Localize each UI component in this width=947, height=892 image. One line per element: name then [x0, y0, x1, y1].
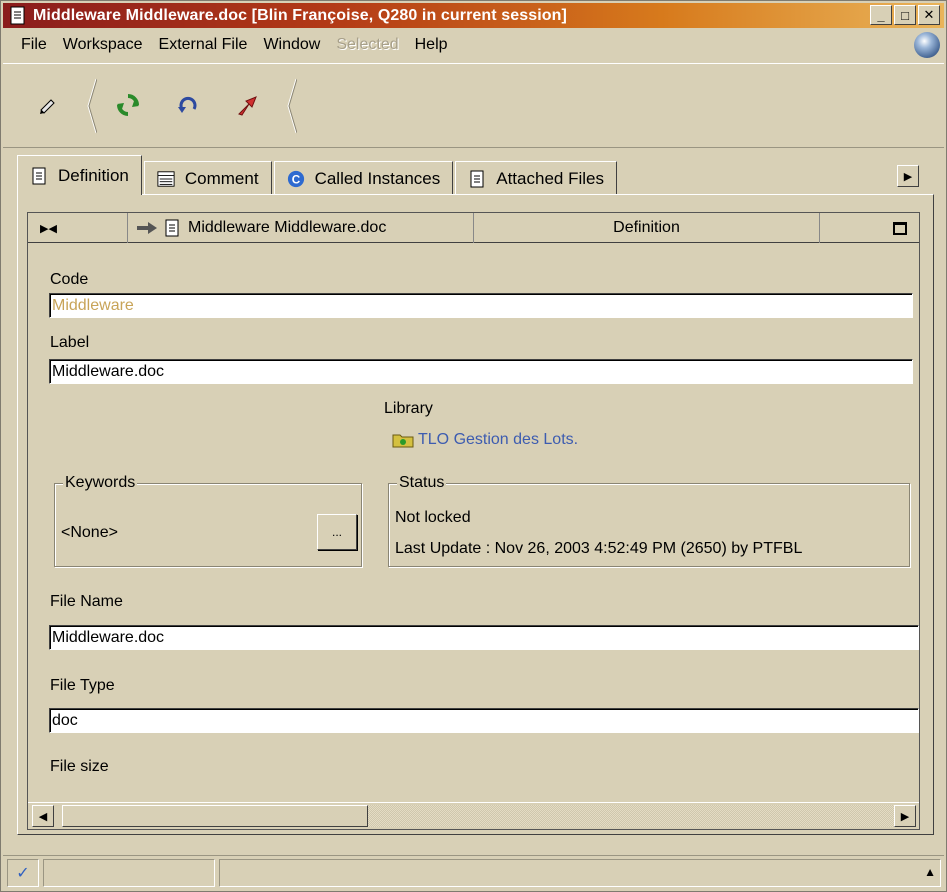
undo-button[interactable] — [175, 92, 201, 118]
object-name: Middleware Middleware.doc — [188, 219, 387, 236]
external-button[interactable] — [235, 92, 261, 118]
edit-icon — [40, 99, 55, 114]
tab-definition[interactable]: Definition — [17, 155, 142, 195]
menu-file[interactable]: File — [21, 36, 47, 54]
tab-called-instances-label: Called Instances — [314, 168, 441, 188]
toolbar — [3, 63, 944, 148]
file-size-label: File size — [50, 758, 109, 775]
menu-external-file[interactable]: External File — [159, 36, 248, 54]
maximize-button[interactable]: □ — [894, 5, 916, 25]
folder-icon — [392, 434, 414, 448]
toolbar-separator — [87, 78, 97, 134]
status-check-cell: ✓ — [7, 859, 39, 887]
tab-attached-files[interactable]: Attached Files — [455, 161, 617, 195]
close-icon: ✕ — [923, 7, 935, 22]
menu-selected: Selected — [336, 36, 399, 53]
file-type-label: File Type — [50, 677, 115, 694]
collapse-toggle-button[interactable]: ▶◀ — [28, 213, 128, 243]
menu-workspace[interactable]: Workspace — [63, 36, 143, 54]
tab-called-instances[interactable]: C Called Instances — [273, 161, 454, 195]
comment-icon — [157, 170, 175, 188]
app-window: Middleware Middleware.doc [Blin François… — [0, 0, 947, 892]
undo-icon — [178, 96, 197, 113]
chevron-right-icon: ▶ — [900, 810, 910, 823]
close-button[interactable]: ✕ — [918, 5, 940, 25]
tab-definition-label: Definition — [58, 165, 129, 185]
title-bar[interactable]: Middleware Middleware.doc [Blin François… — [3, 3, 944, 28]
scroll-right-button[interactable]: ▶ — [894, 805, 916, 827]
library-name: TLO Gestion des Lots. — [418, 431, 579, 448]
library-label: Library — [384, 400, 433, 417]
maximize-view-button[interactable] — [820, 213, 919, 243]
document-icon — [468, 170, 486, 188]
menu-window[interactable]: Window — [263, 36, 320, 54]
status-cell — [43, 859, 215, 887]
window-title: Middleware Middleware.doc [Blin François… — [33, 6, 567, 24]
minimize-icon: _ — [877, 7, 885, 23]
status-message-cell — [219, 859, 941, 887]
document-icon — [165, 219, 179, 237]
chevron-left-icon: ◀ — [38, 810, 48, 823]
toolbar-separator — [287, 78, 297, 134]
section-title: Definition — [474, 213, 820, 243]
scroll-thumb[interactable] — [62, 805, 368, 827]
minimize-button[interactable]: _ — [870, 5, 892, 25]
called-instances-icon: C — [287, 170, 305, 188]
refresh-icon — [117, 94, 139, 116]
menu-help[interactable]: Help — [415, 36, 448, 54]
code-label: Code — [50, 271, 89, 288]
maximize-icon: □ — [901, 7, 909, 23]
keywords-title: Keywords — [63, 474, 138, 492]
check-icon: ✓ — [16, 865, 30, 882]
document-icon — [30, 167, 48, 185]
svg-text:C: C — [291, 173, 300, 186]
label-field[interactable]: Middleware.doc — [49, 359, 913, 384]
arrow-right-icon — [137, 222, 157, 234]
globe-icon[interactable] — [914, 32, 940, 58]
library-link[interactable]: TLO Gestion des Lots. — [392, 431, 578, 449]
file-type-field[interactable]: doc — [49, 708, 919, 733]
status-bar: ✓ ▲ — [3, 855, 944, 889]
external-arrow-icon — [238, 96, 257, 116]
chevron-up-icon[interactable]: ▲ — [924, 865, 936, 879]
object-title: Middleware Middleware.doc — [128, 213, 474, 243]
horizontal-scrollbar[interactable]: ◀ ▶ — [28, 802, 919, 829]
refresh-button[interactable] — [115, 92, 141, 118]
keywords-browse-button[interactable]: ... — [317, 514, 357, 550]
tab-strip: Definition Comment C Called Instances At… — [17, 155, 619, 195]
scroll-track[interactable] — [368, 805, 894, 827]
status-group: Status Not locked Last Update : Nov 26, … — [388, 474, 910, 567]
label-label: Label — [50, 334, 90, 351]
view-header: ▶◀ Middleware Middleware.doc Definition — [28, 213, 919, 243]
tab-comment-label: Comment — [184, 168, 259, 188]
tab-comment[interactable]: Comment — [143, 161, 272, 195]
file-name-label: File Name — [50, 593, 123, 610]
keywords-group: Keywords <None> ... — [54, 474, 362, 567]
code-field: Middleware — [49, 293, 913, 318]
keywords-value: <None> — [61, 524, 118, 541]
document-icon — [10, 6, 25, 24]
lock-status: Not locked — [395, 509, 471, 526]
tab-attached-files-label: Attached Files — [496, 168, 604, 188]
menu-bar: File Workspace External File Window Sele… — [3, 30, 944, 60]
file-name-field[interactable]: Middleware.doc — [49, 625, 919, 650]
scroll-left-button[interactable]: ◀ — [32, 805, 54, 827]
last-update: Last Update : Nov 26, 2003 4:52:49 PM (2… — [395, 540, 803, 557]
tab-scroll-right-button[interactable]: ▶ — [897, 165, 919, 187]
chevron-right-icon: ▶ — [903, 170, 913, 183]
maximize-icon — [893, 221, 907, 235]
collapse-icon: ▶◀ — [40, 222, 57, 235]
definition-view: ▶◀ Middleware Middleware.doc Definition … — [27, 212, 920, 830]
status-title: Status — [397, 474, 447, 492]
edit-button[interactable] — [35, 92, 61, 118]
